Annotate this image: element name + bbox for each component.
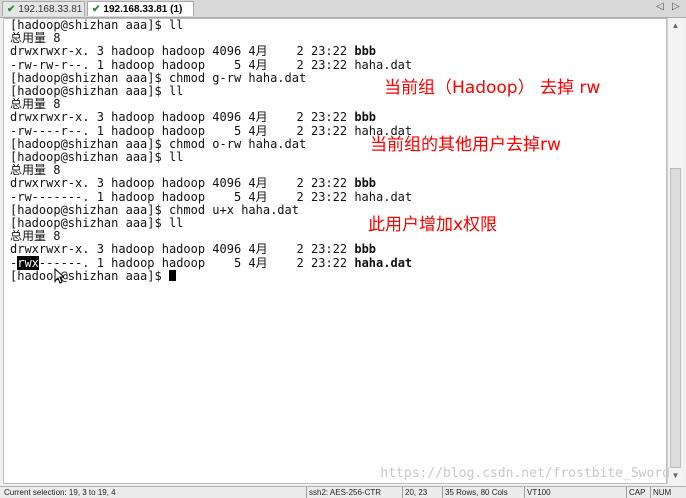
annotation-others-remove-rw: 当前组的其他用户去掉rw (370, 135, 561, 155)
terminal-line: [hadoop@shizhan aaa]$ ll (10, 85, 183, 98)
line-text: [hadoop@shizhan aaa]$ chmod u+x haha.dat (10, 202, 299, 217)
line-text: [hadoop@shizhan aaa]$ ll (10, 216, 184, 230)
terminal-line: drwxrwxr-x. 3 hadoop hadoop 4096 4月 2 23… (10, 243, 376, 256)
terminal-area[interactable]: [hadoop@shizhan aaa]$ -rwx------. 1 hado… (3, 18, 667, 484)
line-text: [hadoop@shizhan aaa]$ (10, 268, 169, 283)
scrollbar-thumb[interactable] (670, 168, 681, 468)
connected-check-icon: ✔ (7, 4, 16, 15)
line-text: -rw-------. 1 hadoop hadoop 5 4月 2 23:22… (10, 189, 413, 204)
terminal-line: [hadoop@shizhan aaa]$ chmod g-rw haha.da… (10, 70, 307, 85)
line-text: [hadoop@shizhan aaa]$ ll (10, 84, 184, 98)
tab-label: 192.168.33.81 (18, 4, 83, 15)
terminal-line: [hadoop@shizhan aaa]$ (10, 268, 176, 283)
line-text: 总用量 8 (10, 31, 61, 46)
terminal-line: drwxrwxr-x. 3 hadoop hadoop 4096 4月 2 23… (10, 45, 376, 58)
annotation-user-add-x: 此用户增加x权限 (368, 215, 498, 235)
terminal-line: -rw-------. 1 hadoop hadoop 5 4月 2 23:22… (10, 189, 413, 204)
annotation-group-remove-rw: 当前组（Hadoop） 去掉 rw (384, 78, 601, 98)
session-tab-2[interactable]: ✔ 192.168.33.81 (1) (87, 1, 194, 16)
terminal-line: -rwx------. 1 hadoop hadoop 5 4月 2 23:22… (10, 255, 413, 270)
terminal-line: [hadoop@shizhan aaa]$ ll (10, 19, 183, 32)
terminal-line: [hadoop@shizhan aaa]$ ll (10, 217, 183, 230)
line-text: 总用量 8 (10, 97, 61, 112)
file-name: haha.dat (354, 255, 413, 270)
line-text: -rw----r--. 1 hadoop hadoop 5 4月 2 23:22… (10, 123, 413, 138)
line-text: -rw-rw-r--. 1 hadoop hadoop 5 4月 2 23:22… (10, 57, 413, 72)
terminal-line: -rw----r--. 1 hadoop hadoop 5 4月 2 23:22… (10, 123, 413, 138)
terminal-cursor (168, 269, 176, 281)
terminal-line: [hadoop@shizhan aaa]$ chmod o-rw haha.da… (10, 136, 307, 151)
terminal-line: 总用量 8 (10, 98, 60, 111)
terminal-line: 总用量 8 (10, 32, 60, 45)
terminal-line: 总用量 8 (10, 230, 60, 243)
mouse-pointer-icon (54, 268, 64, 284)
terminal-line: drwxrwxr-x. 3 hadoop hadoop 4096 4月 2 23… (10, 111, 376, 124)
scroll-down-icon[interactable]: ▼ (670, 470, 681, 481)
file-name: bbb (354, 242, 377, 257)
status-dimensions: 35 Rows, 80 Cols (442, 487, 508, 498)
line-text: 总用量 8 (10, 229, 61, 244)
connected-check-icon: ✔ (92, 4, 101, 15)
line-text: drwxrwxr-x. 3 hadoop hadoop 4096 4月 2 23… (10, 44, 355, 59)
status-bar: Current selection: 19, 3 to 19, 4 ssh2: … (0, 486, 686, 498)
status-cursor-position: 20, 23 (402, 487, 427, 498)
line-text: drwxrwxr-x. 3 hadoop hadoop 4096 4月 2 23… (10, 176, 355, 191)
file-name: bbb (354, 110, 377, 125)
watermark: https://blog.csdn.net/frostbite_Sword (380, 466, 670, 481)
selected-text: rwx (17, 255, 39, 270)
file-name: bbb (354, 176, 377, 191)
line-text: 总用量 8 (10, 163, 61, 178)
tab-scroll-left-icon[interactable]: ◁ (656, 1, 664, 12)
line-text: ------. 1 hadoop hadoop 5 4月 2 23:22 (38, 255, 355, 270)
session-tab-bar: ✔ 192.168.33.81 ✔ 192.168.33.81 (1) ◁ ▷ (0, 0, 686, 18)
file-name: bbb (354, 44, 377, 59)
terminal-line: [hadoop@shizhan aaa]$ chmod u+x haha.dat (10, 202, 299, 217)
line-text: drwxrwxr-x. 3 hadoop hadoop 4096 4月 2 23… (10, 110, 355, 125)
terminal-line: [hadoop@shizhan aaa]$ ll (10, 151, 183, 164)
tab-scroll-right-icon[interactable]: ▷ (672, 1, 680, 12)
line-text: drwxrwxr-x. 3 hadoop hadoop 4096 4月 2 23… (10, 242, 355, 257)
line-text: [hadoop@shizhan aaa]$ chmod o-rw haha.da… (10, 136, 307, 151)
terminal-line: -rw-rw-r--. 1 hadoop hadoop 5 4月 2 23:22… (10, 57, 413, 72)
tab-label: 192.168.33.81 (1) (103, 4, 183, 15)
terminal-line: drwxrwxr-x. 3 hadoop hadoop 4096 4月 2 23… (10, 177, 376, 190)
line-text: [hadoop@shizhan aaa]$ ll (10, 18, 184, 32)
status-selection: Current selection: 19, 3 to 19, 4 (4, 488, 116, 497)
session-tab-1[interactable]: ✔ 192.168.33.81 (2, 1, 85, 16)
terminal-line: 总用量 8 (10, 164, 60, 177)
line-text: [hadoop@shizhan aaa]$ ll (10, 150, 184, 164)
status-terminal-type: VT100 (524, 487, 551, 498)
status-num: NUM (650, 487, 671, 498)
line-text: [hadoop@shizhan aaa]$ chmod g-rw haha.da… (10, 70, 307, 85)
scroll-up-icon[interactable]: ▲ (670, 20, 681, 31)
status-caps: CAP (626, 487, 645, 498)
vertical-scrollbar[interactable]: ▲ ▼ (667, 18, 683, 484)
status-connection: ssh2: AES-256-CTR (306, 487, 381, 498)
